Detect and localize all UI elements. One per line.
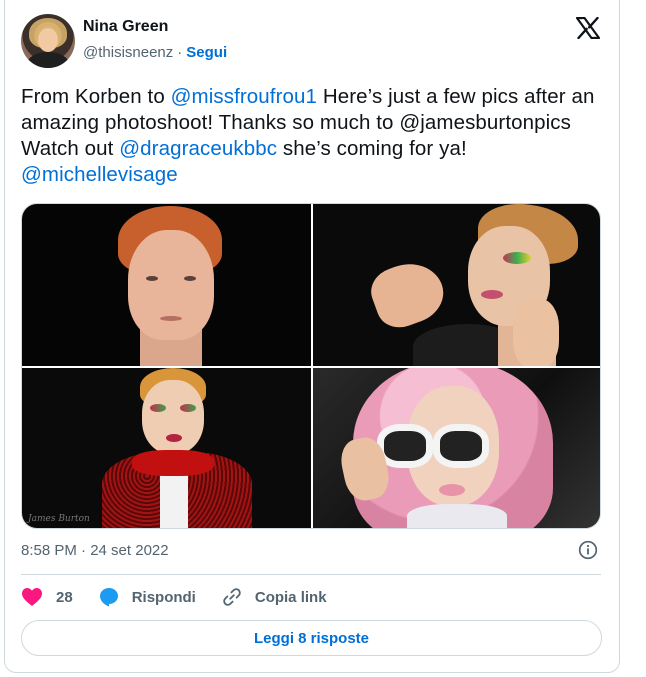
tweet-text-part: she’s coming for ya! xyxy=(277,137,467,160)
photo-2-eye-makeup xyxy=(503,252,531,264)
photo-4-lips xyxy=(439,484,465,496)
photo-4-top xyxy=(407,504,507,528)
copy-link-button[interactable]: Copia link xyxy=(222,587,327,607)
author-handle-row: @thisisneenz · Segui xyxy=(83,44,227,61)
x-logo-icon[interactable] xyxy=(576,17,600,39)
avatar-shirt xyxy=(27,52,69,68)
photo-1-eye xyxy=(146,276,158,281)
action-bar: 28 Rispondi Copia link xyxy=(21,584,353,610)
photo-3-eye-makeup xyxy=(150,404,166,412)
mention-dragraceukbbc[interactable]: @dragraceukbbc xyxy=(119,137,277,160)
photo-2-lips xyxy=(481,290,503,299)
photo-3-bow-tie xyxy=(132,450,214,476)
read-replies-button[interactable]: Leggi 8 risposte xyxy=(21,620,602,656)
speech-bubble-icon xyxy=(99,588,118,607)
handle-separator: · xyxy=(177,44,183,61)
photo-2[interactable] xyxy=(313,204,600,366)
author-avatar[interactable] xyxy=(21,14,75,68)
avatar-face xyxy=(38,28,58,52)
tweet-text-part: From Korben to xyxy=(21,85,171,108)
photo-1-eye xyxy=(184,276,196,281)
like-button[interactable]: 28 xyxy=(21,587,73,607)
copy-link-label: Copia link xyxy=(254,588,327,606)
photo-3-lips xyxy=(166,434,182,442)
photo-3-eye-makeup xyxy=(180,404,196,412)
photo-4[interactable] xyxy=(313,368,600,528)
heart-icon xyxy=(22,588,42,606)
photo-3[interactable]: James Burton xyxy=(22,368,311,528)
photo-1-face xyxy=(128,230,214,340)
like-count: 28 xyxy=(56,588,73,606)
author-handle[interactable]: @thisisneenz xyxy=(83,44,173,61)
reply-button[interactable]: Rispondi xyxy=(99,587,196,607)
photo-1-mouth xyxy=(160,316,182,321)
photographer-signature: James Burton xyxy=(28,514,90,524)
mention-missfroufrou1[interactable]: @missfroufrou1 xyxy=(171,85,317,108)
tweet-text: From Korben to @missfroufrou1 Here’s jus… xyxy=(21,84,611,188)
tweet-timestamp[interactable]: 8:58 PM · 24 set 2022 xyxy=(21,542,169,559)
photo-4-sunglasses-right xyxy=(433,424,489,468)
photo-1[interactable] xyxy=(22,204,311,366)
info-icon[interactable] xyxy=(578,540,598,560)
media-grid: James Burton xyxy=(21,203,601,529)
photo-2-hand xyxy=(364,253,452,335)
author-name[interactable]: Nina Green xyxy=(83,18,168,36)
link-icon xyxy=(223,588,241,606)
divider xyxy=(21,574,601,575)
reply-label: Rispondi xyxy=(131,588,196,606)
mention-michellevisage[interactable]: @michellevisage xyxy=(21,163,178,186)
follow-button[interactable]: Segui xyxy=(186,44,227,61)
photo-2-hand xyxy=(513,299,559,366)
photo-3-face xyxy=(142,380,204,454)
